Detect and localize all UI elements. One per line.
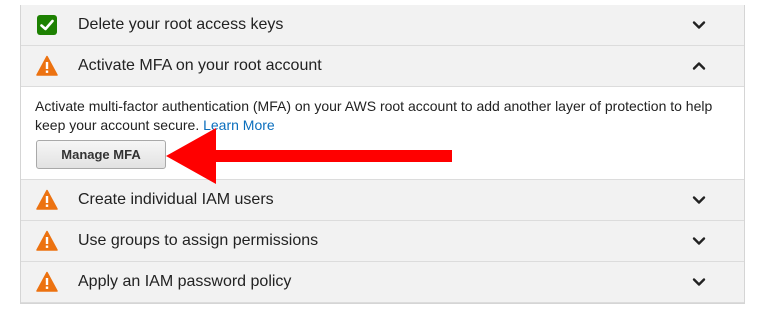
chevron-down-icon[interactable]	[692, 193, 706, 207]
checklist-item-label: Use groups to assign permissions	[78, 232, 319, 249]
checklist-item-use-groups[interactable]: Use groups to assign permissions	[21, 221, 744, 262]
checklist-item-delete-root-keys[interactable]: Delete your root access keys	[21, 5, 744, 46]
checklist-item-activate-mfa[interactable]: Activate MFA on your root account	[21, 46, 744, 87]
warning-triangle-icon	[36, 230, 58, 251]
warning-triangle-icon	[36, 55, 58, 76]
red-arrow-annotation-icon	[166, 128, 452, 184]
checklist-item-label: Activate MFA on your root account	[78, 57, 322, 74]
chevron-down-icon[interactable]	[692, 234, 706, 248]
green-check-icon	[37, 15, 57, 35]
chevron-down-icon[interactable]	[692, 18, 706, 32]
chevron-down-icon[interactable]	[692, 275, 706, 289]
checklist-item-label: Apply an IAM password policy	[78, 273, 292, 290]
checklist-item-password-policy[interactable]: Apply an IAM password policy	[21, 262, 744, 303]
manage-mfa-button[interactable]: Manage MFA	[36, 140, 166, 169]
chevron-up-icon[interactable]	[692, 59, 706, 73]
warning-triangle-icon	[36, 189, 58, 210]
warning-triangle-icon	[36, 271, 58, 292]
checklist-item-label: Delete your root access keys	[78, 16, 284, 33]
